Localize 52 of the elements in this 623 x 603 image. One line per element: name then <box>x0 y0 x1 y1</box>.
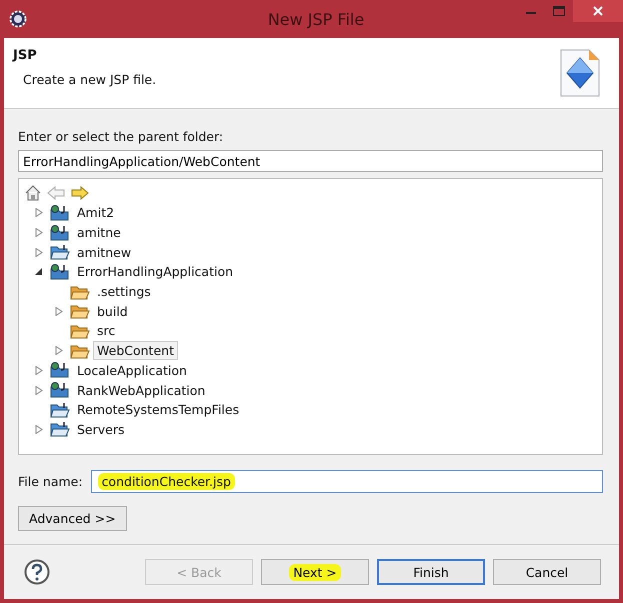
page-title: JSP <box>13 48 38 63</box>
back-arrow-icon[interactable] <box>47 186 65 200</box>
tree-item[interactable]: ErrorHandlingApplication <box>73 262 238 282</box>
folder-icon <box>70 284 90 300</box>
home-icon[interactable] <box>25 185 41 201</box>
tree-item[interactable]: amitnew <box>73 242 136 262</box>
expand-arrow-icon[interactable] <box>55 346 63 356</box>
expand-arrow-icon[interactable] <box>35 208 43 218</box>
folder-icon <box>70 322 90 339</box>
window-title: New JSP File <box>266 10 366 28</box>
tree-item[interactable]: src <box>93 321 120 340</box>
tree-item[interactable]: Amit2 <box>73 203 118 222</box>
tree-item[interactable]: amitne <box>73 223 125 242</box>
dialog-button[interactable]: Finish <box>377 559 485 585</box>
tree-item[interactable]: build <box>93 302 132 321</box>
tree-item[interactable]: WebContent <box>93 341 178 360</box>
web-project-icon <box>50 362 70 378</box>
close-button[interactable] <box>573 0 623 22</box>
maximize-icon[interactable] <box>553 6 565 16</box>
dialog-button[interactable]: Next > <box>261 559 369 585</box>
tree-item[interactable]: .settings <box>93 282 155 302</box>
page-description: Create a new JSP file. <box>22 72 156 87</box>
expand-arrow-icon[interactable] <box>35 386 43 395</box>
expand-arrow-icon[interactable] <box>55 306 63 316</box>
collapse-arrow-icon[interactable] <box>35 267 43 276</box>
folder-icon <box>70 303 90 320</box>
dialog-button[interactable]: Cancel <box>493 559 601 585</box>
help-icon[interactable] <box>24 559 50 585</box>
project-folder-icon <box>50 244 70 260</box>
field-label: Enter or select the parent folder: <box>18 129 224 144</box>
expand-arrow-icon[interactable] <box>35 248 43 257</box>
parent-folder-field[interactable]: ErrorHandlingApplication/WebContent <box>18 150 603 172</box>
advanced-button[interactable]: Advanced >> <box>18 506 127 531</box>
close-icon[interactable] <box>593 6 603 16</box>
tree-item[interactable]: LocaleApplication <box>73 360 191 380</box>
expand-arrow-icon[interactable] <box>35 228 43 238</box>
folder-icon <box>70 342 90 359</box>
web-project-icon <box>50 224 70 241</box>
web-project-icon <box>50 382 70 398</box>
project-folder-icon <box>50 402 70 418</box>
web-project-icon <box>50 264 70 280</box>
web-project-icon <box>50 204 70 221</box>
expand-arrow-icon[interactable] <box>35 366 43 375</box>
app-icon <box>9 10 27 28</box>
tree-item[interactable]: Servers <box>73 420 129 439</box>
file-name-field[interactable]: conditionChecker.jsp <box>90 470 603 493</box>
project-folder-icon <box>50 421 70 438</box>
expand-arrow-icon[interactable] <box>35 424 43 434</box>
tree-item[interactable]: RankWebApplication <box>73 380 210 400</box>
field-label: File name: <box>18 474 83 489</box>
tree-item[interactable]: RemoteSystemsTempFiles <box>73 400 244 420</box>
forward-arrow-icon[interactable] <box>71 186 89 200</box>
